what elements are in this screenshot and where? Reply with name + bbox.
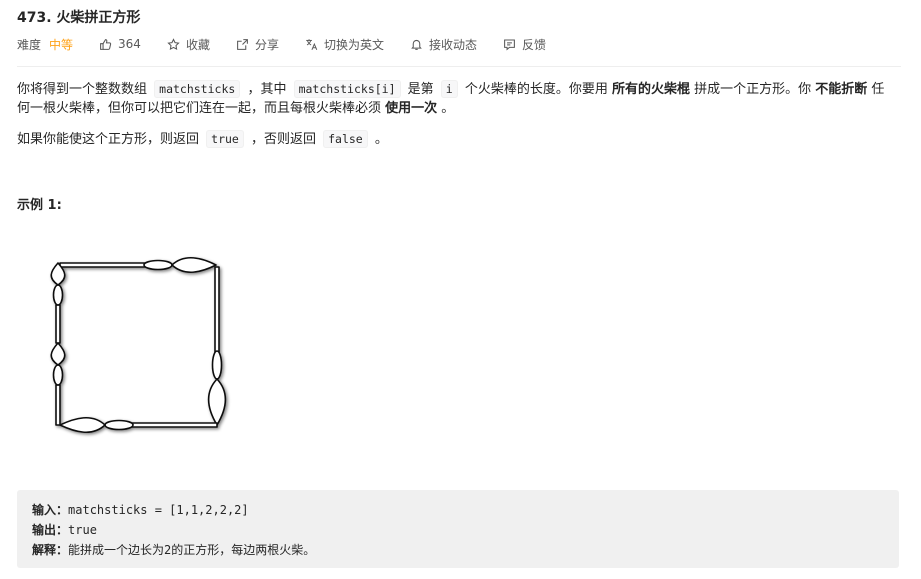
match-head <box>104 419 134 431</box>
header-divider <box>17 66 901 67</box>
like-button[interactable]: 364 <box>99 37 141 51</box>
translate-label: 切换为英文 <box>323 37 384 52</box>
desc-text: 拼成一个正方形。你 <box>690 82 816 97</box>
match-flame <box>207 378 227 426</box>
desc-text: 如果你能使这个正方形，则返回 <box>17 132 204 147</box>
match-stick <box>59 262 149 268</box>
match-stick <box>55 304 61 344</box>
feedback-button[interactable]: 反馈 <box>503 36 546 53</box>
example-input-value: matchsticks = [1,1,2,2,2] <box>68 503 249 517</box>
example-explain-label: 解释： <box>32 543 69 557</box>
collect-label: 收藏 <box>185 37 210 52</box>
problem-title: 473. 火柴拼正方形 <box>17 10 141 26</box>
desc-text: 。 <box>437 101 455 116</box>
match-stick <box>55 384 61 426</box>
feedback-label: 反馈 <box>522 37 547 52</box>
match-head <box>211 350 223 380</box>
like-count: 364 <box>118 37 141 51</box>
match-head <box>52 364 64 386</box>
example-explain-line: 解释：能拼成一个边长为2的正方形，每边两根火柴。 <box>32 540 315 560</box>
example-input-line: 输入：matchsticks = [1,1,2,2,2] <box>32 500 249 520</box>
translate-button[interactable]: 切换为英文 <box>305 36 384 53</box>
share-label: 分享 <box>254 37 279 52</box>
notify-label: 接收动态 <box>428 37 477 52</box>
match-stick <box>128 422 218 428</box>
match-flame <box>171 257 217 273</box>
inline-code: matchsticks[i] <box>293 80 401 98</box>
collect-button[interactable]: 收藏 <box>167 36 210 53</box>
example-input-label: 输入： <box>32 503 69 517</box>
difficulty-value: 中等 <box>49 37 74 52</box>
share-button[interactable]: 分享 <box>236 36 279 53</box>
inline-code: matchsticks <box>154 80 241 98</box>
match-head <box>143 259 173 271</box>
inline-code: false <box>323 130 368 148</box>
example-block: 输入：matchsticks = [1,1,2,2,2] 输出：true 解释：… <box>17 490 899 568</box>
match-stick <box>214 266 220 356</box>
example-title: 示例 1: <box>17 198 62 213</box>
desc-text: 个火柴棒的长度。你要用 <box>460 82 612 97</box>
feedback-icon <box>504 39 515 51</box>
desc-text: 是第 <box>403 82 438 97</box>
desc-text: 你将得到一个整数数组 <box>17 82 152 97</box>
description-paragraph-2: 如果你能使这个正方形，则返回 true ，否则返回 false 。 <box>17 130 897 149</box>
match-head <box>52 284 64 306</box>
share-icon <box>237 38 248 50</box>
example-output-label: 输出： <box>32 523 69 537</box>
description-paragraph-1: 你将得到一个整数数组 matchsticks ，其中 matchsticks[i… <box>17 80 897 118</box>
desc-text: ，其中 <box>243 82 291 97</box>
bell-icon <box>411 39 422 50</box>
desc-bold: 所有的火柴棍 <box>611 82 690 97</box>
inline-code: i <box>440 80 458 98</box>
problem-meta-bar: 难度 中等 364 收藏 分享 切换为英文 接收动态 反馈 <box>17 35 572 53</box>
translate-icon <box>306 38 318 50</box>
desc-text: ，否则返回 <box>246 132 321 147</box>
star-icon <box>167 37 180 50</box>
desc-bold: 使用一次 <box>385 101 438 116</box>
match-flame <box>59 417 106 433</box>
difficulty-label: 难度 <box>17 37 42 52</box>
match-flame <box>50 342 66 366</box>
desc-bold: 不能折断 <box>815 82 868 97</box>
example-explain-value: 能拼成一个边长为2的正方形，每边两根火柴。 <box>68 543 316 557</box>
inline-code: true <box>206 130 244 148</box>
matchstick-square-figure <box>50 257 227 433</box>
thumbs-up-icon <box>100 38 112 50</box>
notify-button[interactable]: 接收动态 <box>410 36 477 53</box>
desc-text: 。 <box>370 132 388 147</box>
example-output-value: true <box>68 523 97 537</box>
example-output-line: 输出：true <box>32 520 97 540</box>
